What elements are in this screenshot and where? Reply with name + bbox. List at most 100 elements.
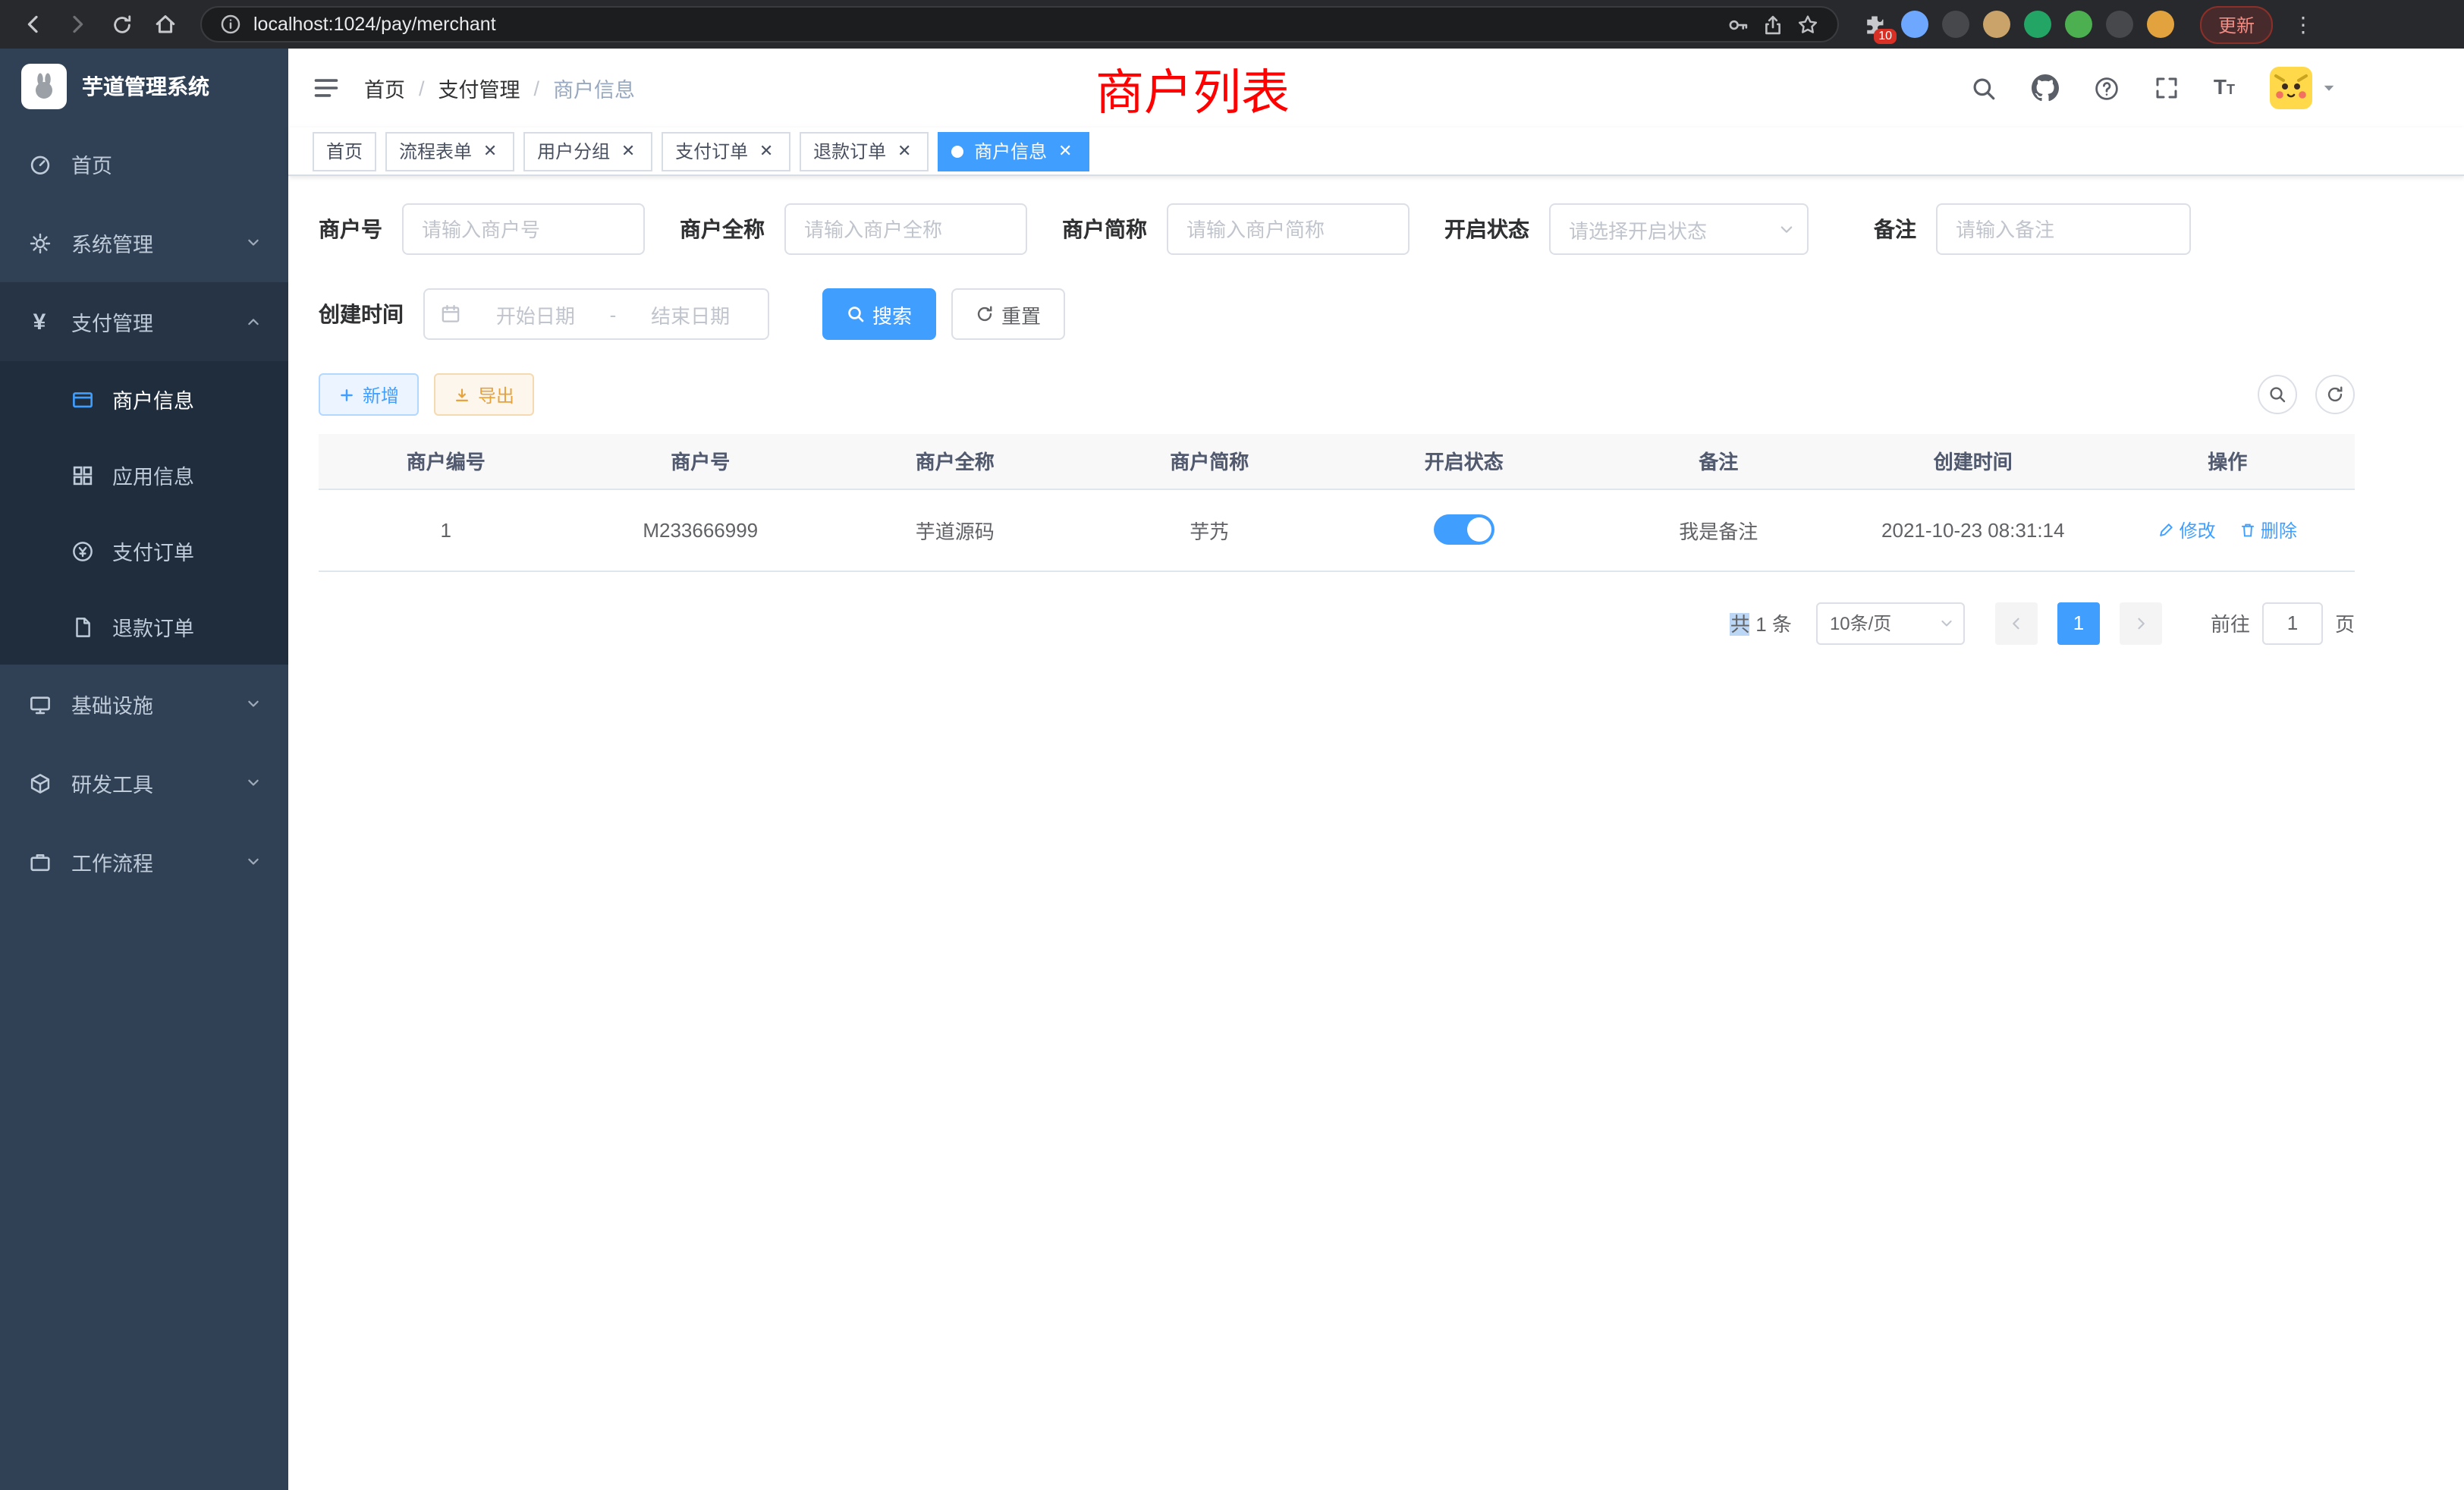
github-icon[interactable]	[2032, 74, 2059, 102]
chevron-down-icon	[246, 696, 261, 712]
help-icon[interactable]	[2094, 75, 2120, 101]
page-size-value: 10条/页	[1830, 610, 1891, 636]
sidebar-item-home[interactable]: 首页	[0, 124, 288, 203]
extension-icon-6[interactable]	[2106, 11, 2133, 38]
browser-chrome: localhost:1024/pay/merchant 10 更新 ⋮	[0, 0, 2464, 49]
forward-button[interactable]	[59, 6, 96, 42]
next-page-button[interactable]	[2120, 602, 2162, 644]
close-icon[interactable]: ✕	[756, 140, 777, 162]
browser-menu-icon[interactable]: ⋮	[2293, 11, 2314, 37]
plus-icon	[338, 386, 355, 403]
end-date-placeholder[interactable]: 结束日期	[628, 300, 753, 328]
sidebar-item-workflow[interactable]: 工作流程	[0, 822, 288, 901]
font-size-icon[interactable]: TT	[2214, 74, 2235, 102]
sidebar-item-pay-order[interactable]: 支付订单	[0, 513, 288, 589]
extension-icon-5[interactable]	[2065, 11, 2092, 38]
toggle-search-button[interactable]	[2258, 375, 2297, 414]
remark-input[interactable]	[1936, 203, 2191, 255]
extensions-puzzle-icon[interactable]: 10	[1862, 11, 1887, 37]
merchant-no-input[interactable]	[402, 203, 645, 255]
tab-pay-order[interactable]: 支付订单✕	[662, 131, 790, 171]
page-size-select[interactable]: 10条/页	[1816, 602, 1965, 644]
filter-full-name: 商户全称	[680, 203, 1027, 255]
breadcrumb-home[interactable]: 首页	[364, 73, 405, 103]
short-name-input[interactable]	[1167, 203, 1410, 255]
extensions-badge: 10	[1874, 28, 1897, 43]
prev-page-button[interactable]	[1995, 602, 2038, 644]
user-menu[interactable]	[2270, 67, 2337, 109]
sidebar-item-app-info[interactable]: 应用信息	[0, 437, 288, 513]
tab-user-group[interactable]: 用户分组✕	[523, 131, 652, 171]
export-button[interactable]: 导出	[434, 373, 534, 416]
monitor-icon	[27, 693, 52, 715]
sidebar-item-refund-order[interactable]: 退款订单	[0, 589, 288, 665]
filter-short-name: 商户简称	[1062, 203, 1410, 255]
browser-update-button[interactable]: 更新	[2200, 5, 2273, 43]
sidebar-item-infra[interactable]: 基础设施	[0, 665, 288, 743]
extension-icon-2[interactable]	[1942, 11, 1969, 38]
document-icon	[70, 615, 94, 638]
refresh-table-button[interactable]	[2315, 375, 2355, 414]
tab-merchant-info[interactable]: 商户信息✕	[938, 131, 1089, 171]
tab-process-form[interactable]: 流程表单 ✕	[385, 131, 514, 171]
cell-remark: 我是备注	[1592, 489, 1846, 571]
link-label: 删除	[2261, 517, 2297, 542]
breadcrumb-separator: /	[419, 77, 425, 99]
add-button[interactable]: 新增	[319, 373, 419, 416]
extension-icon-3[interactable]	[1983, 11, 2010, 38]
sidebar-item-payment[interactable]: ¥ 支付管理	[0, 282, 288, 361]
goto-page-input[interactable]	[2262, 602, 2323, 644]
sidebar-item-label: 商户信息	[112, 384, 194, 414]
extension-icon-7[interactable]	[2147, 11, 2174, 38]
reload-button[interactable]	[103, 6, 140, 42]
tab-refund-order[interactable]: 退款订单✕	[800, 131, 929, 171]
search-button[interactable]: 搜索	[822, 288, 936, 340]
sidebar-item-label: 基础设施	[71, 689, 153, 719]
sidebar-item-merchant-info[interactable]: 商户信息	[0, 361, 288, 437]
button-label: 导出	[478, 382, 514, 407]
page-1-button[interactable]: 1	[2057, 602, 2100, 644]
home-button[interactable]	[147, 6, 184, 42]
delete-link[interactable]: 删除	[2239, 517, 2297, 542]
extension-icon-4[interactable]	[2024, 11, 2051, 38]
pagination: 共 1 条 10条/页 1 前往 页	[319, 602, 2355, 644]
reset-button[interactable]: 重置	[951, 288, 1065, 340]
address-bar[interactable]: localhost:1024/pay/merchant	[200, 6, 1839, 42]
full-name-input[interactable]	[784, 203, 1027, 255]
status-select[interactable]: 请选择开启状态	[1549, 203, 1809, 255]
site-info-icon[interactable]	[220, 14, 241, 35]
share-icon[interactable]	[1762, 13, 1784, 36]
search-icon[interactable]	[1971, 75, 1997, 101]
col-merchant-no: 商户号	[574, 434, 828, 489]
bookmark-star-icon[interactable]	[1796, 13, 1819, 36]
field-label: 商户号	[319, 214, 382, 244]
goto-label: 前往	[2211, 608, 2250, 637]
breadcrumb: 首页 / 支付管理 / 商户信息	[364, 73, 635, 103]
tab-label: 流程表单	[399, 138, 472, 164]
total-suffix: 条	[1772, 613, 1792, 636]
close-icon[interactable]: ✕	[479, 140, 501, 162]
download-icon	[454, 386, 470, 403]
payment-submenu: 商户信息 应用信息 支付订单 退款订单	[0, 361, 288, 665]
page-content: 商户号 商户全称 商户简称 开启状态 请选择开启状态	[288, 176, 2464, 1490]
close-icon[interactable]: ✕	[618, 140, 639, 162]
password-key-icon[interactable]	[1727, 13, 1749, 36]
close-icon[interactable]: ✕	[1054, 140, 1076, 162]
total-count: 1	[1755, 613, 1766, 636]
total-prefix: 共	[1730, 613, 1750, 636]
logo[interactable]: 芋道管理系统	[0, 49, 288, 124]
status-toggle[interactable]	[1434, 514, 1494, 545]
field-label: 备注	[1874, 214, 1916, 244]
start-date-placeholder[interactable]: 开始日期	[473, 300, 598, 328]
back-button[interactable]	[15, 6, 52, 42]
edit-link[interactable]: 修改	[2158, 517, 2216, 542]
breadcrumb-separator: /	[534, 77, 540, 99]
fullscreen-icon[interactable]	[2154, 76, 2179, 100]
tab-home[interactable]: 首页	[313, 131, 376, 171]
extension-icon-1[interactable]	[1901, 11, 1928, 38]
hamburger-icon[interactable]	[288, 74, 364, 102]
sidebar-item-devtools[interactable]: 研发工具	[0, 743, 288, 822]
sidebar-item-system[interactable]: 系统管理	[0, 203, 288, 282]
close-icon[interactable]: ✕	[894, 140, 915, 162]
create-time-range-picker[interactable]: 开始日期 - 结束日期	[423, 288, 769, 340]
